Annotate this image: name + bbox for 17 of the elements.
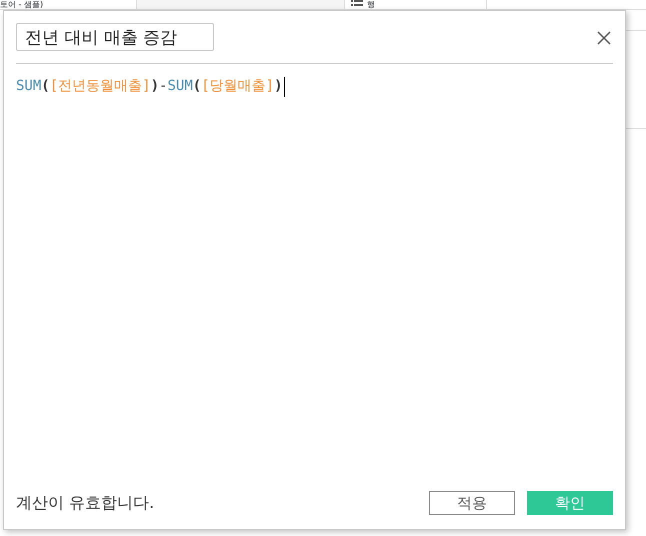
calculation-name-field[interactable]: 전년 대비 매출 증감 xyxy=(16,23,214,51)
operator: - xyxy=(159,77,168,96)
shelf-label: 행 xyxy=(367,0,375,9)
function-name: SUM xyxy=(16,77,42,96)
close-icon xyxy=(597,30,611,45)
parenthesis: ) xyxy=(274,77,282,96)
list-icon xyxy=(351,0,363,6)
field-reference: [전년동월매출] xyxy=(50,77,151,96)
formula-editor[interactable]: SUM([전년동월매출])-SUM([당월매출]) xyxy=(16,64,613,491)
parenthesis: ( xyxy=(192,77,202,96)
data-source-label: 토어 - 샘플) xyxy=(0,0,44,9)
validation-message: 계산이 유효합니다. xyxy=(16,492,154,514)
apply-button[interactable]: 적용 xyxy=(429,491,515,515)
field-reference: [당월매출] xyxy=(201,77,274,96)
parenthesis: ) xyxy=(150,77,160,96)
parenthesis: ( xyxy=(41,77,50,96)
function-name: SUM xyxy=(167,77,193,96)
